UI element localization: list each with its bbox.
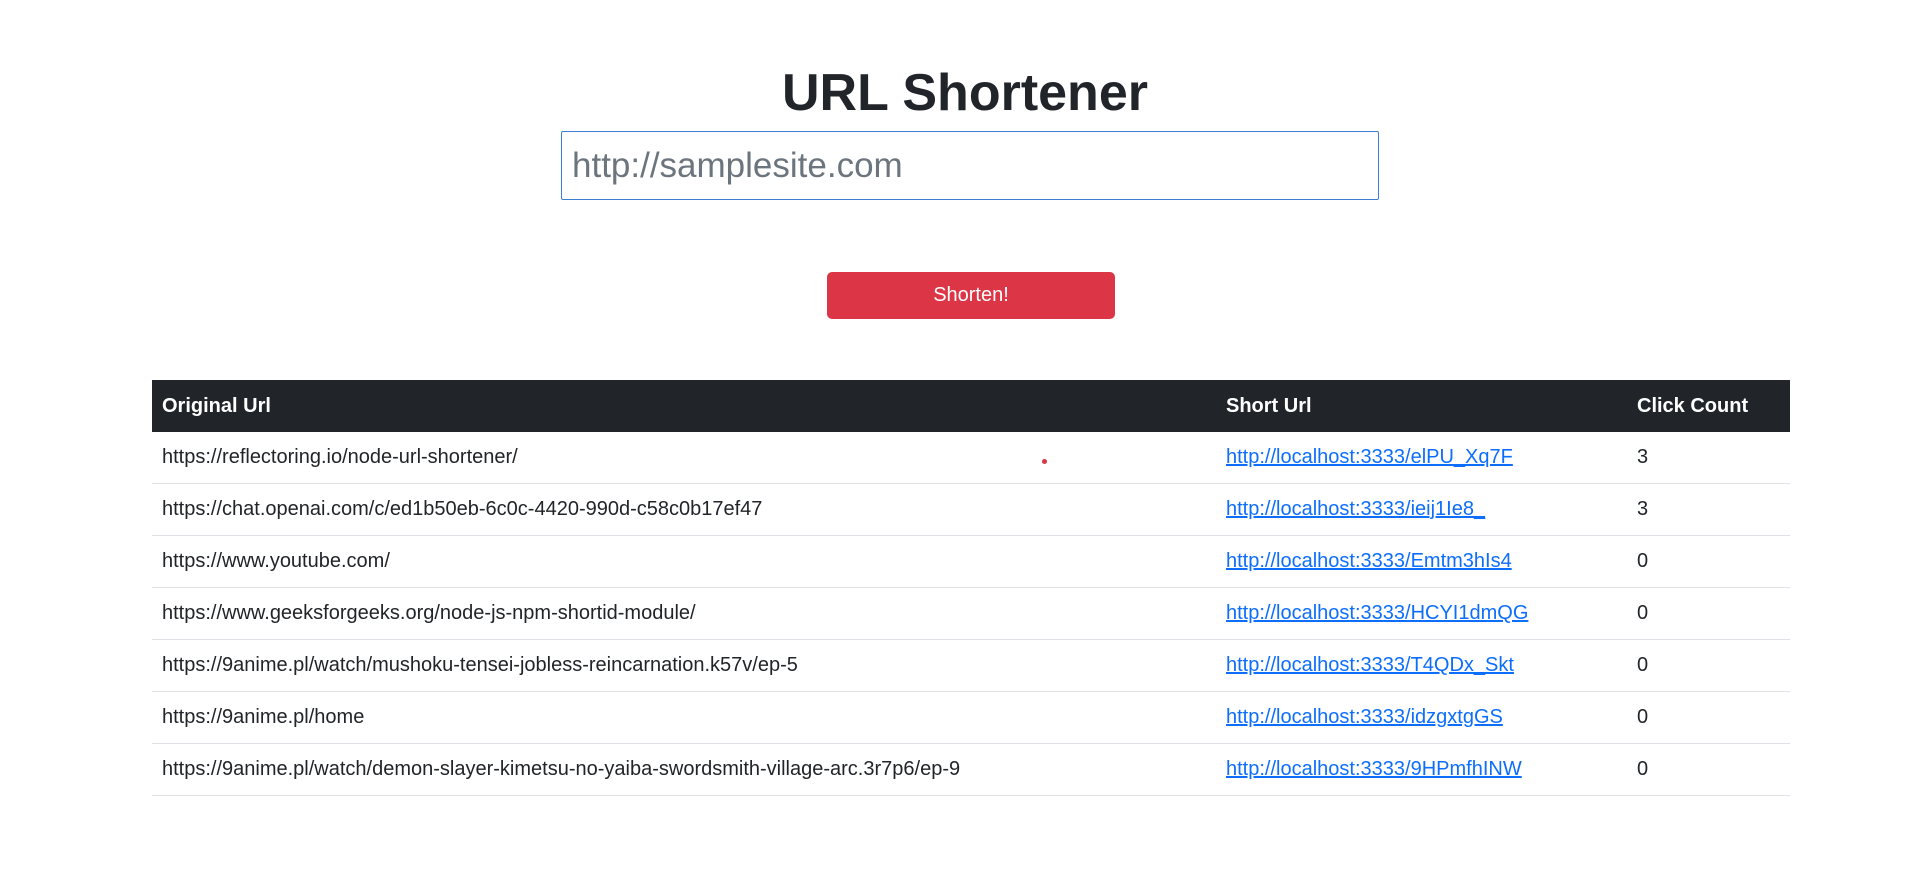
header-click-count: Click Count: [1637, 394, 1749, 417]
table-row: https://reflectoring.io/node-url-shorten…: [152, 432, 1790, 484]
table-row: https://www.youtube.com/ http://localhos…: [152, 535, 1790, 588]
original-url-cell: https://chat.openai.com/c/ed1b50eb-6c0c-…: [152, 483, 1216, 536]
click-count-cell: 0: [1627, 743, 1790, 796]
short-url-link[interactable]: http://localhost:3333/HCYI1dmQG: [1226, 602, 1528, 624]
short-url-cell: http://localhost:3333/ieij1Ie8_: [1216, 483, 1627, 536]
short-url-cell: http://localhost:3333/idzgxtgGS: [1216, 691, 1627, 744]
shorten-button[interactable]: Shorten!: [827, 272, 1115, 319]
page-title: URL Shortener: [782, 64, 1148, 122]
table-row: https://9anime.pl/watch/mushoku-tensei-j…: [152, 639, 1790, 692]
click-count-cell: 0: [1627, 691, 1790, 744]
short-url-cell: http://localhost:3333/9HPmfhINW: [1216, 743, 1627, 796]
original-url-cell: https://reflectoring.io/node-url-shorten…: [152, 432, 1216, 484]
click-count-cell: 0: [1627, 535, 1790, 588]
click-count-cell: 0: [1627, 587, 1790, 640]
short-url-cell: http://localhost:3333/Emtm3hIs4: [1216, 535, 1627, 588]
original-url-cell: https://9anime.pl/watch/mushoku-tensei-j…: [152, 639, 1216, 692]
short-url-link[interactable]: http://localhost:3333/Emtm3hIs4: [1226, 550, 1512, 572]
short-url-cell: http://localhost:3333/elPU_Xq7F: [1216, 432, 1627, 484]
table-row: https://9anime.pl/watch/demon-slayer-kim…: [152, 743, 1790, 796]
short-url-link[interactable]: http://localhost:3333/ieij1Ie8_: [1226, 498, 1485, 520]
original-url-cell: https://9anime.pl/watch/demon-slayer-kim…: [152, 743, 1216, 796]
table-row: https://chat.openai.com/c/ed1b50eb-6c0c-…: [152, 483, 1790, 536]
short-url-link[interactable]: http://localhost:3333/9HPmfhINW: [1226, 758, 1522, 780]
original-url-cell: https://www.youtube.com/: [152, 535, 1216, 588]
urls-table: Original Url Short Url Click Count https…: [152, 380, 1790, 796]
table-row: https://9anime.pl/home http://localhost:…: [152, 691, 1790, 744]
original-url-cell: https://www.geeksforgeeks.org/node-js-np…: [152, 587, 1216, 640]
short-url-link[interactable]: http://localhost:3333/idzgxtgGS: [1226, 706, 1503, 728]
click-count-cell: 3: [1627, 483, 1790, 536]
header-original-url: Original Url: [162, 394, 271, 417]
click-count-cell: 3: [1627, 432, 1790, 484]
short-url-link[interactable]: http://localhost:3333/elPU_Xq7F: [1226, 446, 1513, 468]
page: URL Shortener Shorten! Original Url Shor…: [0, 0, 1920, 895]
short-url-link[interactable]: http://localhost:3333/T4QDx_Skt: [1226, 654, 1514, 676]
header-short-url: Short Url: [1226, 394, 1312, 417]
table-row: https://www.geeksforgeeks.org/node-js-np…: [152, 587, 1790, 640]
click-count-cell: 0: [1627, 639, 1790, 692]
url-input[interactable]: [561, 131, 1379, 200]
original-url-cell: https://9anime.pl/home: [152, 691, 1216, 744]
table-header-row: Original Url Short Url Click Count: [152, 380, 1790, 432]
short-url-cell: http://localhost:3333/T4QDx_Skt: [1216, 639, 1627, 692]
short-url-cell: http://localhost:3333/HCYI1dmQG: [1216, 587, 1627, 640]
